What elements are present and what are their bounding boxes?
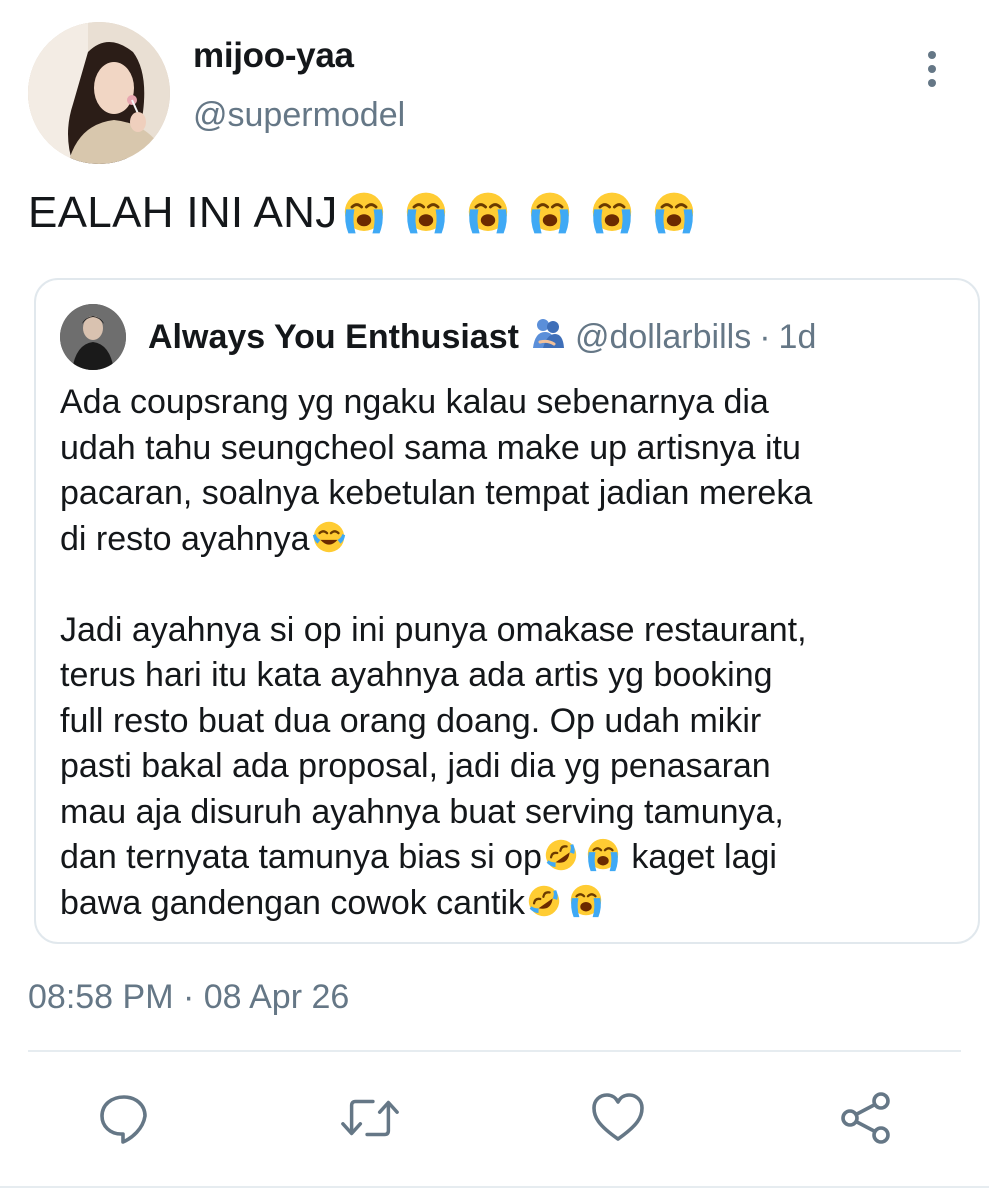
quoted-header: Always You Enthusiast @dollarbills · 1d bbox=[148, 316, 816, 359]
reply-icon bbox=[100, 1095, 147, 1144]
loudly-crying-face-icon bbox=[402, 189, 450, 237]
quoted-line: terus hari itu kata ayahnya ada artis yg… bbox=[60, 656, 773, 694]
quoted-author-avatar[interactable] bbox=[60, 304, 126, 370]
more-dots-icon bbox=[928, 51, 936, 59]
quoted-time[interactable]: 1d bbox=[779, 318, 817, 357]
loudly-crying-face-icon bbox=[526, 189, 574, 237]
author-handle[interactable]: @supermodel bbox=[193, 96, 405, 135]
quoted-body: Ada coupsrang yg ngaku kalau sebenarnya … bbox=[60, 380, 960, 926]
author-avatar[interactable] bbox=[28, 22, 170, 164]
quoted-handle[interactable]: @dollarbills bbox=[575, 318, 751, 357]
more-options-button[interactable] bbox=[912, 44, 952, 94]
more-dots-icon-dot bbox=[928, 79, 936, 87]
more-dots-icon-dot bbox=[928, 65, 936, 73]
tweet-emoji-row bbox=[340, 189, 698, 237]
bottom-divider bbox=[0, 1186, 989, 1188]
loudly-crying-face-icon bbox=[567, 882, 605, 920]
quoted-line-text: di resto ayahnya bbox=[60, 519, 310, 558]
loudly-crying-face-icon bbox=[584, 836, 622, 874]
loudly-crying-face-icon bbox=[464, 189, 512, 237]
tweet-card: mijoo-yaa @supermodel EALAH INI ANJ Alwa… bbox=[0, 0, 989, 1200]
quoted-line-text: bawa gandengan cowok cantik bbox=[60, 883, 525, 922]
divider bbox=[28, 1050, 961, 1052]
quoted-display-name[interactable]: Always You Enthusiast bbox=[148, 318, 519, 357]
quoted-line: mau aja disuruh ayahnya buat serving tam… bbox=[60, 792, 784, 831]
quoted-line: udah tahu seungcheol sama make up artisn… bbox=[60, 428, 801, 467]
quoted-line-with-emoji: dan ternyata tamunya bias si op kaget la… bbox=[60, 835, 960, 881]
rolling-on-floor-laughing-icon bbox=[525, 882, 563, 920]
tweet-text: EALAH INI ANJ bbox=[28, 188, 698, 238]
loudly-crying-face-icon bbox=[588, 189, 636, 237]
quoted-line-text: dan ternyata tamunya bias si op bbox=[60, 838, 542, 876]
reply-button[interactable] bbox=[94, 1088, 154, 1148]
quoted-tweet[interactable]: Always You Enthusiast @dollarbills · 1d … bbox=[34, 278, 980, 944]
tweet-timestamp[interactable]: 08:58 PM · 08 Apr 26 bbox=[28, 978, 349, 1017]
quoted-line: pacaran, soalnya kebetulan tempat jadian… bbox=[60, 474, 813, 512]
quoted-line: pasti bakal ada proposal, jadi dia yg pe… bbox=[60, 747, 771, 785]
quoted-separator: · bbox=[759, 318, 771, 356]
people-hugging-icon bbox=[531, 316, 565, 359]
retweet-button[interactable] bbox=[340, 1088, 400, 1148]
share-button[interactable] bbox=[836, 1088, 896, 1148]
author-display-name[interactable]: mijoo-yaa bbox=[193, 36, 354, 76]
quoted-line: Jadi ayahnya si op ini punya omakase res… bbox=[60, 610, 807, 649]
quoted-line: Ada coupsrang yg ngaku kalau sebenarnya … bbox=[60, 383, 769, 421]
quoted-line: full resto buat dua orang doang. Op udah… bbox=[60, 701, 762, 740]
loudly-crying-face-icon bbox=[340, 189, 388, 237]
face-with-tears-of-joy-icon bbox=[310, 518, 348, 556]
like-button[interactable] bbox=[588, 1088, 648, 1148]
share-icon bbox=[841, 1092, 890, 1144]
quoted-line-with-emoji: di resto ayahnya bbox=[60, 517, 960, 563]
heart-icon bbox=[592, 1093, 644, 1141]
tweet-text-content: EALAH INI ANJ bbox=[28, 188, 338, 237]
rolling-on-floor-laughing-icon bbox=[542, 836, 580, 874]
quoted-line-with-emoji: bawa gandengan cowok cantik bbox=[60, 881, 960, 927]
retweet-icon bbox=[341, 1099, 399, 1137]
loudly-crying-face-icon bbox=[650, 189, 698, 237]
quoted-line-text: kaget lagi bbox=[621, 838, 777, 876]
